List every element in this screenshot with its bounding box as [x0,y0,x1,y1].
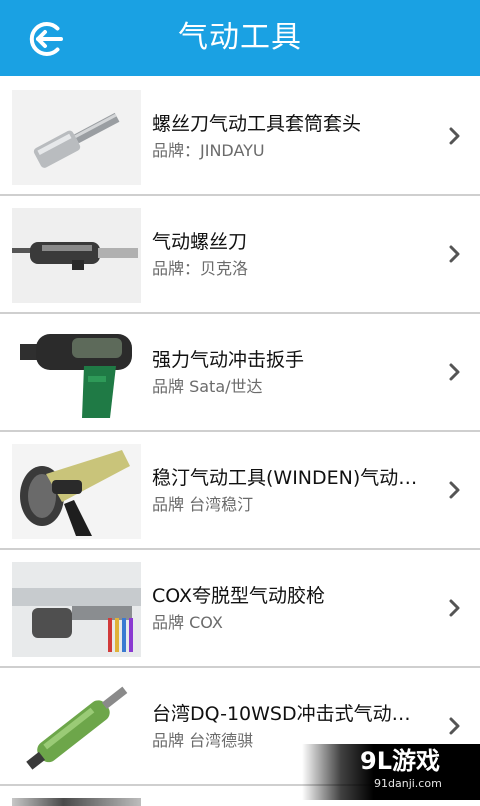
page-title: 气动工具 [178,20,302,55]
product-image [12,90,141,185]
item-title: 稳汀气动工具(WINDEN)气动打磨机 [152,467,424,489]
item-brand: 品牌：JINDAYU [152,141,265,160]
item-title: 强力气动冲击扳手 [152,349,305,371]
item-title: COX夸脱型气动胶枪 [152,585,326,607]
watermark-logo: 9L游戏 [360,747,440,775]
product-image [12,680,141,775]
product-image [12,798,141,806]
chevron-right-icon [449,245,460,263]
product-image [12,326,141,421]
item-title: 台湾DQ-10WSD冲击式气动螺丝刀 [152,703,424,725]
chevron-right-icon [449,363,460,381]
list-item[interactable]: 螺丝刀气动工具套筒套头 品牌：JINDAYU [0,78,480,196]
chevron-right-icon [449,599,460,617]
item-brand: 品牌 COX [152,613,223,632]
product-list: 螺丝刀气动工具套筒套头 品牌：JINDAYU 气动螺丝刀 品牌：贝克洛 强力气动… [0,78,480,806]
list-item[interactable]: 气动螺丝刀 品牌：贝克洛 [0,196,480,314]
product-image [12,444,141,539]
item-title: 螺丝刀气动工具套筒套头 [152,113,362,135]
item-brand: 品牌 台湾稳汀 [152,495,254,514]
product-image [12,562,141,657]
item-brand: 品牌 Sata/世达 [152,377,263,396]
item-title: 气动螺丝刀 [152,231,248,253]
product-image [12,208,141,303]
app-header: 气动工具 [0,0,480,76]
chevron-right-icon [449,127,460,145]
watermark-url: 91danji.com [374,777,442,790]
chevron-right-icon [449,481,460,499]
watermark: 9L游戏 91danji.com [302,744,480,800]
chevron-right-icon [449,717,460,735]
list-item[interactable]: COX夸脱型气动胶枪 品牌 COX [0,550,480,668]
item-brand: 品牌：贝克洛 [152,259,249,278]
list-item[interactable]: 强力气动冲击扳手 品牌 Sata/世达 [0,314,480,432]
list-item[interactable]: 稳汀气动工具(WINDEN)气动打磨机 品牌 台湾稳汀 [0,432,480,550]
